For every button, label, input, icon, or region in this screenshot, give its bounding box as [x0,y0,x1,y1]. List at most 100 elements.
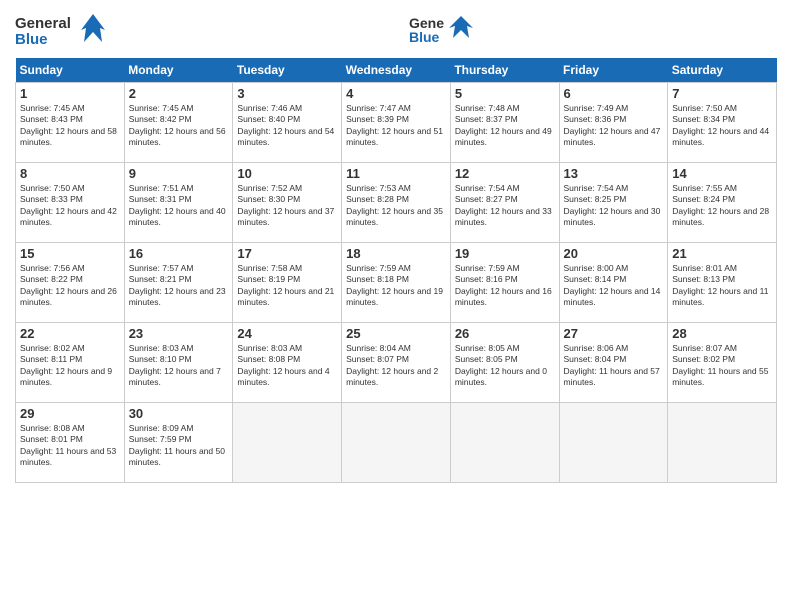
day-info: Sunrise: 8:02 AM Sunset: 8:11 PM Dayligh… [20,343,120,389]
day-info: Sunrise: 7:57 AM Sunset: 8:21 PM Dayligh… [129,263,229,309]
logo-text: General Blue [409,10,473,46]
calendar-day-6: 6 Sunrise: 7:49 AM Sunset: 8:36 PM Dayli… [559,83,668,163]
day-info: Sunrise: 8:08 AM Sunset: 8:01 PM Dayligh… [20,423,120,469]
day-info: Sunrise: 7:59 AM Sunset: 8:16 PM Dayligh… [455,263,555,309]
svg-text:General: General [15,15,71,32]
day-number: 20 [564,246,664,261]
calendar-day-10: 10 Sunrise: 7:52 AM Sunset: 8:30 PM Dayl… [233,163,342,243]
calendar-day-25: 25 Sunrise: 8:04 AM Sunset: 8:07 PM Dayl… [342,323,451,403]
day-number: 6 [564,86,664,101]
day-number: 8 [20,166,120,181]
day-info: Sunrise: 8:09 AM Sunset: 7:59 PM Dayligh… [129,423,229,469]
calendar-day-17: 17 Sunrise: 7:58 AM Sunset: 8:19 PM Dayl… [233,243,342,323]
day-info: Sunrise: 7:54 AM Sunset: 8:25 PM Dayligh… [564,183,664,229]
calendar-week-1: 1 Sunrise: 7:45 AM Sunset: 8:43 PM Dayli… [16,83,777,163]
col-header-friday: Friday [559,58,668,83]
day-number: 30 [129,406,229,421]
day-number: 27 [564,326,664,341]
day-info: Sunrise: 7:45 AM Sunset: 8:43 PM Dayligh… [20,103,120,149]
day-number: 5 [455,86,555,101]
day-info: Sunrise: 8:03 AM Sunset: 8:08 PM Dayligh… [237,343,337,389]
day-number: 16 [129,246,229,261]
logo: General Blue [15,10,105,50]
day-number: 12 [455,166,555,181]
day-number: 11 [346,166,446,181]
day-info: Sunrise: 8:03 AM Sunset: 8:10 PM Dayligh… [129,343,229,389]
day-number: 24 [237,326,337,341]
calendar-day-23: 23 Sunrise: 8:03 AM Sunset: 8:10 PM Dayl… [124,323,233,403]
day-number: 23 [129,326,229,341]
col-header-tuesday: Tuesday [233,58,342,83]
calendar-day-28: 28 Sunrise: 8:07 AM Sunset: 8:02 PM Dayl… [668,323,777,403]
calendar-day-22: 22 Sunrise: 8:02 AM Sunset: 8:11 PM Dayl… [16,323,125,403]
calendar-table: SundayMondayTuesdayWednesdayThursdayFrid… [15,58,777,483]
calendar-day-29: 29 Sunrise: 8:08 AM Sunset: 8:01 PM Dayl… [16,403,125,483]
day-number: 26 [455,326,555,341]
day-info: Sunrise: 7:55 AM Sunset: 8:24 PM Dayligh… [672,183,772,229]
day-info: Sunrise: 7:53 AM Sunset: 8:28 PM Dayligh… [346,183,446,229]
day-info: Sunrise: 7:50 AM Sunset: 8:34 PM Dayligh… [672,103,772,149]
day-info: Sunrise: 7:51 AM Sunset: 8:31 PM Dayligh… [129,183,229,229]
calendar-day-3: 3 Sunrise: 7:46 AM Sunset: 8:40 PM Dayli… [233,83,342,163]
calendar-day-1: 1 Sunrise: 7:45 AM Sunset: 8:43 PM Dayli… [16,83,125,163]
col-header-thursday: Thursday [450,58,559,83]
day-info: Sunrise: 7:45 AM Sunset: 8:42 PM Dayligh… [129,103,229,149]
day-number: 1 [20,86,120,101]
calendar-day-4: 4 Sunrise: 7:47 AM Sunset: 8:39 PM Dayli… [342,83,451,163]
day-number: 7 [672,86,772,101]
calendar-container: General Blue General Blue SundayMondayTu… [0,0,792,493]
empty-day [559,403,668,483]
empty-day [668,403,777,483]
day-number: 9 [129,166,229,181]
day-info: Sunrise: 7:52 AM Sunset: 8:30 PM Dayligh… [237,183,337,229]
calendar-week-2: 8 Sunrise: 7:50 AM Sunset: 8:33 PM Dayli… [16,163,777,243]
day-info: Sunrise: 8:05 AM Sunset: 8:05 PM Dayligh… [455,343,555,389]
logo-bird-icon [449,14,473,42]
logo-bird-icon: General Blue [409,10,445,46]
calendar-day-27: 27 Sunrise: 8:06 AM Sunset: 8:04 PM Dayl… [559,323,668,403]
day-number: 25 [346,326,446,341]
calendar-day-21: 21 Sunrise: 8:01 AM Sunset: 8:13 PM Dayl… [668,243,777,323]
day-info: Sunrise: 7:48 AM Sunset: 8:37 PM Dayligh… [455,103,555,149]
calendar-day-7: 7 Sunrise: 7:50 AM Sunset: 8:34 PM Dayli… [668,83,777,163]
day-number: 28 [672,326,772,341]
day-info: Sunrise: 7:49 AM Sunset: 8:36 PM Dayligh… [564,103,664,149]
day-info: Sunrise: 8:00 AM Sunset: 8:14 PM Dayligh… [564,263,664,309]
calendar-day-19: 19 Sunrise: 7:59 AM Sunset: 8:16 PM Dayl… [450,243,559,323]
day-info: Sunrise: 7:58 AM Sunset: 8:19 PM Dayligh… [237,263,337,309]
day-number: 29 [20,406,120,421]
calendar-day-13: 13 Sunrise: 7:54 AM Sunset: 8:25 PM Dayl… [559,163,668,243]
calendar-day-8: 8 Sunrise: 7:50 AM Sunset: 8:33 PM Dayli… [16,163,125,243]
day-info: Sunrise: 8:07 AM Sunset: 8:02 PM Dayligh… [672,343,772,389]
calendar-header-row: SundayMondayTuesdayWednesdayThursdayFrid… [16,58,777,83]
calendar-day-20: 20 Sunrise: 8:00 AM Sunset: 8:14 PM Dayl… [559,243,668,323]
calendar-day-26: 26 Sunrise: 8:05 AM Sunset: 8:05 PM Dayl… [450,323,559,403]
day-number: 15 [20,246,120,261]
day-number: 21 [672,246,772,261]
generalblue-logo: General Blue [15,10,105,50]
col-header-sunday: Sunday [16,58,125,83]
day-number: 2 [129,86,229,101]
empty-day [233,403,342,483]
day-info: Sunrise: 8:06 AM Sunset: 8:04 PM Dayligh… [564,343,664,389]
calendar-week-3: 15 Sunrise: 7:56 AM Sunset: 8:22 PM Dayl… [16,243,777,323]
day-number: 4 [346,86,446,101]
calendar-day-11: 11 Sunrise: 7:53 AM Sunset: 8:28 PM Dayl… [342,163,451,243]
day-info: Sunrise: 8:04 AM Sunset: 8:07 PM Dayligh… [346,343,446,389]
day-number: 10 [237,166,337,181]
calendar-day-24: 24 Sunrise: 8:03 AM Sunset: 8:08 PM Dayl… [233,323,342,403]
calendar-day-16: 16 Sunrise: 7:57 AM Sunset: 8:21 PM Dayl… [124,243,233,323]
day-info: Sunrise: 8:01 AM Sunset: 8:13 PM Dayligh… [672,263,772,309]
day-number: 22 [20,326,120,341]
calendar-day-12: 12 Sunrise: 7:54 AM Sunset: 8:27 PM Dayl… [450,163,559,243]
svg-text:Blue: Blue [409,29,440,45]
day-number: 18 [346,246,446,261]
day-info: Sunrise: 7:54 AM Sunset: 8:27 PM Dayligh… [455,183,555,229]
day-info: Sunrise: 7:50 AM Sunset: 8:33 PM Dayligh… [20,183,120,229]
header: General Blue General Blue [15,10,777,50]
col-header-wednesday: Wednesday [342,58,451,83]
day-number: 13 [564,166,664,181]
empty-day [342,403,451,483]
day-number: 17 [237,246,337,261]
svg-text:Blue: Blue [15,31,48,48]
